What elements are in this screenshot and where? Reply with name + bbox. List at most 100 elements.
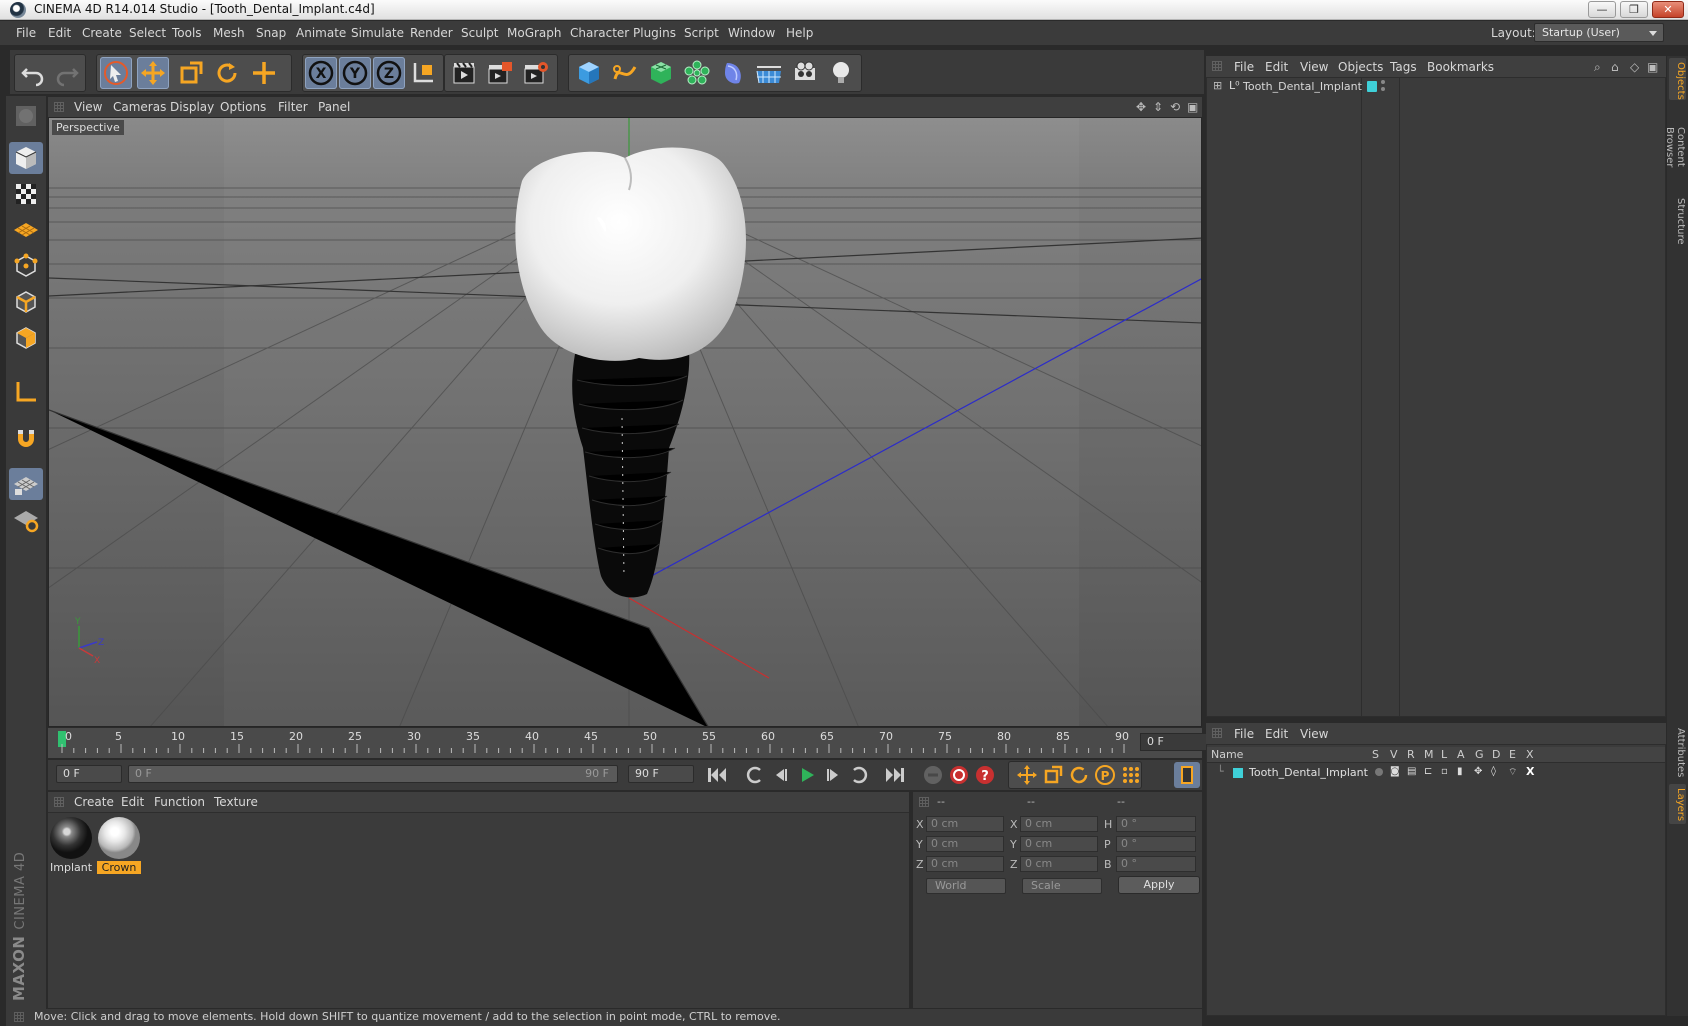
points-mode-icon[interactable]: [9, 250, 43, 282]
layers-menu-file[interactable]: File: [1234, 727, 1254, 741]
y-axis-toggle[interactable]: Y: [339, 57, 371, 89]
menu-window[interactable]: Window: [728, 26, 775, 40]
editor-visibility-dot[interactable]: [1381, 80, 1385, 84]
object-row[interactable]: ⊞ L⁰ Tooth_Dental_Implant: [1207, 78, 1665, 96]
render-view-icon[interactable]: [448, 57, 480, 89]
sculpt-icon[interactable]: [9, 100, 43, 132]
material-menu-edit[interactable]: Edit: [121, 795, 144, 809]
axis-mode-icon[interactable]: [9, 376, 43, 408]
move-icon[interactable]: [137, 57, 169, 89]
panel-grip[interactable]: [1212, 61, 1222, 71]
key-rotation-icon[interactable]: [1066, 762, 1092, 788]
menu-character[interactable]: Character: [570, 26, 629, 40]
maximize-button[interactable]: ❐: [1620, 1, 1648, 18]
viewport-rotate-icon[interactable]: ⟲: [1170, 100, 1180, 114]
coord-rot-b-field[interactable]: 0 °: [1116, 856, 1196, 872]
edges-mode-icon[interactable]: [9, 286, 43, 318]
timeline-layout-icon[interactable]: [1174, 762, 1200, 788]
objects-menu-file[interactable]: File: [1234, 60, 1254, 74]
layer-manager-icon[interactable]: ⊏: [1424, 766, 1432, 777]
deformer-icon[interactable]: [717, 57, 749, 89]
layer-col-animation[interactable]: A: [1457, 748, 1465, 761]
coord-rot-h-field[interactable]: 0 °: [1116, 816, 1196, 832]
coord-size-x-field[interactable]: 0 cm: [1020, 816, 1098, 832]
tab-content-browser[interactable]: Content Browser: [1664, 104, 1686, 190]
panel-grip[interactable]: [1212, 728, 1222, 738]
new-panel-icon[interactable]: ▣: [1647, 60, 1658, 74]
material-menu-function[interactable]: Function: [154, 795, 205, 809]
material-crown[interactable]: Crown: [97, 817, 141, 875]
magnet-snap-icon[interactable]: [9, 422, 43, 454]
layer-deformer-icon[interactable]: ◊: [1491, 766, 1496, 777]
go-to-end-icon[interactable]: [882, 762, 908, 788]
scale-icon[interactable]: [174, 57, 206, 89]
planar-workplane-icon[interactable]: [9, 504, 43, 536]
start-frame-field[interactable]: 0 F: [56, 765, 122, 783]
layer-row[interactable]: └ Tooth_Dental_Implant ◙ ▤ ⊏ ▫ ▮ ✥ ◊ ⌔ X: [1207, 765, 1665, 781]
layer-lock-icon[interactable]: ▫: [1441, 766, 1448, 777]
tab-objects[interactable]: Objects: [1669, 58, 1686, 100]
layer-visible-icon[interactable]: ◙: [1390, 766, 1400, 777]
viewport-menu-cameras[interactable]: Cameras: [113, 100, 166, 114]
objects-menu-tags[interactable]: Tags: [1390, 60, 1417, 74]
layer-col-deformers[interactable]: D: [1492, 748, 1500, 761]
menu-edit[interactable]: Edit: [48, 26, 71, 40]
navigate-back-icon[interactable]: ◇: [1630, 60, 1639, 74]
key-scale-icon[interactable]: [1040, 762, 1066, 788]
rotate-icon[interactable]: [211, 57, 243, 89]
layer-col-expressions[interactable]: E: [1509, 748, 1516, 761]
viewport-menu-panel[interactable]: Panel: [318, 100, 350, 114]
layer-col-locked[interactable]: L: [1441, 748, 1447, 761]
layers-menu-edit[interactable]: Edit: [1265, 727, 1288, 741]
menu-animate[interactable]: Animate: [296, 26, 346, 40]
layer-col-manager[interactable]: M: [1424, 748, 1434, 761]
z-axis-toggle[interactable]: Z: [373, 57, 405, 89]
layer-col-view[interactable]: V: [1390, 748, 1398, 761]
next-keyframe-icon[interactable]: [846, 762, 872, 788]
key-position-icon[interactable]: [1014, 762, 1040, 788]
previous-keyframe-icon[interactable]: [742, 762, 768, 788]
objects-menu-view[interactable]: View: [1300, 60, 1328, 74]
layer-generator-icon[interactable]: ✥: [1474, 766, 1482, 777]
keyframe-selection-icon[interactable]: ?: [972, 762, 998, 788]
menu-mograph[interactable]: MoGraph: [507, 26, 562, 40]
layer-col-xref[interactable]: X: [1526, 748, 1534, 761]
timeline-ruler[interactable]: 0 5 10 15 20 25 30 35 40 45 50 55 60 65 …: [48, 728, 1208, 758]
minimize-button[interactable]: —: [1588, 1, 1616, 18]
cube-icon[interactable]: [573, 57, 605, 89]
render-settings-icon[interactable]: [520, 57, 552, 89]
layer-col-solo[interactable]: S: [1372, 748, 1379, 761]
layout-dropdown[interactable]: Startup (User): [1534, 23, 1664, 42]
menu-snap[interactable]: Snap: [256, 26, 286, 40]
layers-menu-view[interactable]: View: [1300, 727, 1328, 741]
panel-grip[interactable]: [54, 102, 64, 112]
menu-sculpt[interactable]: Sculpt: [461, 26, 498, 40]
coord-size-z-field[interactable]: 0 cm: [1020, 856, 1098, 872]
layer-col-render[interactable]: R: [1407, 748, 1415, 761]
material-menu-texture[interactable]: Texture: [214, 795, 258, 809]
home-icon[interactable]: ⌂: [1611, 60, 1619, 74]
workplane-icon[interactable]: [9, 214, 43, 246]
viewport-maximize-icon[interactable]: ▣: [1187, 100, 1198, 114]
coord-pos-x-field[interactable]: 0 cm: [926, 816, 1004, 832]
layer-animation-icon[interactable]: ▮: [1457, 766, 1463, 777]
key-parameter-icon[interactable]: P: [1092, 762, 1118, 788]
layer-col-name[interactable]: Name: [1211, 748, 1243, 761]
viewport-menu-view[interactable]: View: [74, 100, 102, 114]
texture-mode-icon[interactable]: [9, 178, 43, 210]
material-implant[interactable]: Implant: [49, 817, 93, 875]
perspective-viewport[interactable]: Y Z X Perspective: [48, 117, 1202, 727]
viewport-pan-icon[interactable]: ✥: [1136, 100, 1146, 114]
viewport-dolly-icon[interactable]: ⇕: [1153, 100, 1163, 114]
viewport-menu-display[interactable]: Display: [170, 100, 214, 114]
menu-simulate[interactable]: Simulate: [351, 26, 404, 40]
camera-icon[interactable]: [789, 57, 821, 89]
panel-grip[interactable]: [14, 1012, 24, 1022]
autokeying-icon[interactable]: [946, 762, 972, 788]
redo-icon[interactable]: [51, 57, 83, 89]
polygons-mode-icon[interactable]: [9, 322, 43, 354]
layer-render-icon[interactable]: ▤: [1407, 766, 1416, 777]
floor-icon[interactable]: [753, 57, 785, 89]
x-axis-toggle[interactable]: X: [305, 57, 337, 89]
live-selection-icon[interactable]: [100, 57, 132, 89]
